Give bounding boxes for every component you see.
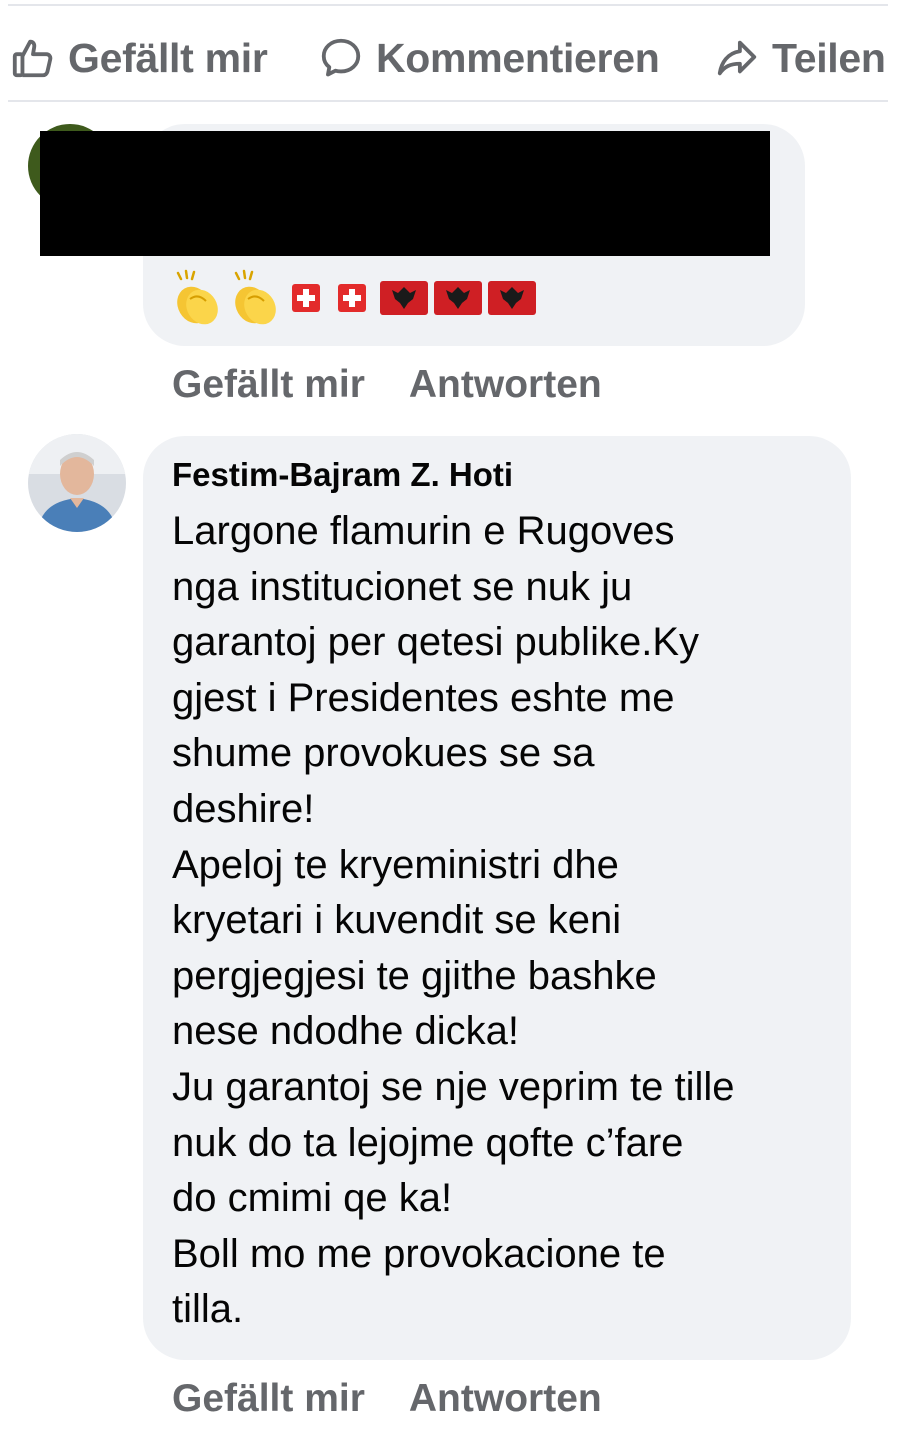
comment-1-reply-button[interactable]: Antworten [409, 363, 602, 407]
top-divider [8, 4, 888, 6]
comment-2-author-name[interactable]: Festim-Bajram Z. Hoti [172, 456, 513, 494]
comment-text-line: do cmimi qe ka! [172, 1176, 453, 1221]
comment-2-text: Largone flamurin e Rugoves nga instituci… [172, 504, 842, 1338]
comment-text-line: nga institucionet se nuk ju [172, 564, 633, 609]
comment-text-line: tilla. [172, 1287, 244, 1332]
comment-label: Kommentieren [376, 34, 660, 81]
clapping-hands-icon [172, 269, 222, 327]
comment-2-reply-button[interactable]: Antworten [409, 1377, 602, 1421]
thumbs-up-icon [10, 35, 56, 81]
comment-text-line: pergjegjesi te gjithe bashke [172, 953, 657, 998]
comment-button[interactable]: Kommentieren [318, 28, 660, 88]
comment-1-like-button[interactable]: Gefällt mir [172, 363, 365, 407]
comment-text-line: nuk do ta lejojme qofte c’fare [172, 1120, 684, 1165]
like-button[interactable]: Gefällt mir [10, 28, 268, 88]
albanian-flag-icon [434, 281, 482, 315]
albanian-flag-icon [380, 281, 428, 315]
share-button[interactable]: Teilen [714, 28, 886, 88]
like-label: Gefällt mir [68, 34, 268, 81]
comment-1-actions: Gefällt mir Antworten [172, 360, 602, 410]
comment-text-line: nese ndodhe dicka! [172, 1009, 519, 1054]
comment-text-line: Boll mo me provokacione te [172, 1231, 666, 1276]
comment-text-line: kryetari i kuvendit se keni [172, 898, 622, 943]
comment-text-line: Apeloj te kryeministri dhe [172, 842, 619, 887]
comment-text-line: deshire! [172, 786, 315, 831]
commenter-2-avatar[interactable] [28, 434, 126, 532]
post-action-bar: Gefällt mir Kommentieren Teilen [8, 28, 900, 88]
share-arrow-icon [714, 35, 760, 81]
albanian-flag-icon [488, 281, 536, 315]
comment-text-line: Ju garantoj se nje veprim te tille [172, 1064, 735, 1109]
comment-1-emoji-row [172, 268, 542, 328]
comment-text-line: shume provokues se sa [172, 731, 595, 776]
comment-2-actions: Gefällt mir Antworten [172, 1374, 602, 1424]
comment-text-line: Largone flamurin e Rugoves [172, 509, 675, 553]
clapping-hands-icon [230, 269, 280, 327]
speech-bubble-icon [318, 35, 364, 81]
action-bar-divider [8, 100, 888, 102]
share-label: Teilen [772, 34, 886, 81]
comment-2-like-button[interactable]: Gefällt mir [172, 1377, 365, 1421]
swiss-flag-icon [338, 284, 366, 312]
swiss-flag-icon [292, 284, 320, 312]
comment-text-line: gjest i Presidentes eshte me [172, 675, 675, 720]
redacted-content-block [40, 131, 770, 256]
comment-text-line: garantoj per qetesi publike.Ky [172, 620, 699, 665]
